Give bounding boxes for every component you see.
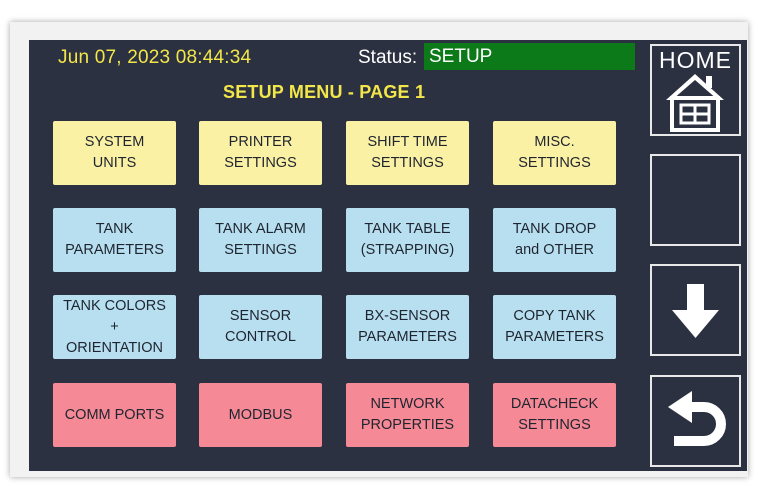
arrow-down-icon bbox=[672, 284, 719, 338]
tank-table-strapping-button[interactable]: TANK TABLE (STRAPPING) bbox=[346, 208, 469, 272]
blank-side-button[interactable] bbox=[650, 154, 741, 246]
status-badge: SETUP bbox=[424, 43, 635, 70]
misc-settings-button[interactable]: MISC. SETTINGS bbox=[493, 121, 616, 185]
network-properties-button[interactable]: NETWORK PROPERTIES bbox=[346, 383, 469, 447]
tank-colors-orientation-button[interactable]: TANK COLORS + ORIENTATION bbox=[53, 295, 176, 359]
home-button[interactable]: HOME bbox=[650, 44, 741, 136]
house-icon bbox=[666, 74, 724, 132]
return-arrow-icon bbox=[668, 391, 726, 446]
datetime-display: Jun 07, 2023 08:44:34 bbox=[58, 47, 252, 68]
setup-panel: Jun 07, 2023 08:44:34 Status: SETUP SETU… bbox=[29, 40, 747, 471]
copy-tank-parameters-button[interactable]: COPY TANK PARAMETERS bbox=[493, 295, 616, 359]
page-title: SETUP MENU - PAGE 1 bbox=[223, 82, 426, 102]
scroll-down-button[interactable] bbox=[650, 264, 741, 356]
bx-sensor-parameters-button[interactable]: BX-SENSOR PARAMETERS bbox=[346, 295, 469, 359]
back-button[interactable] bbox=[650, 375, 741, 467]
tank-parameters-button[interactable]: TANK PARAMETERS bbox=[53, 208, 176, 272]
modbus-button[interactable]: MODBUS bbox=[199, 383, 322, 447]
status-label: Status: bbox=[358, 47, 418, 68]
tank-drop-other-button[interactable]: TANK DROP and OTHER bbox=[493, 208, 616, 272]
comm-ports-button[interactable]: COMM PORTS bbox=[53, 383, 176, 447]
datacheck-settings-button[interactable]: DATACHECK SETTINGS bbox=[493, 383, 616, 447]
tank-alarm-settings-button[interactable]: TANK ALARM SETTINGS bbox=[199, 208, 322, 272]
shift-time-settings-button[interactable]: SHIFT TIME SETTINGS bbox=[346, 121, 469, 185]
sensor-control-button[interactable]: SENSOR CONTROL bbox=[199, 295, 322, 359]
printer-settings-button[interactable]: PRINTER SETTINGS bbox=[199, 121, 322, 185]
system-units-button[interactable]: SYSTEM UNITS bbox=[53, 121, 176, 185]
